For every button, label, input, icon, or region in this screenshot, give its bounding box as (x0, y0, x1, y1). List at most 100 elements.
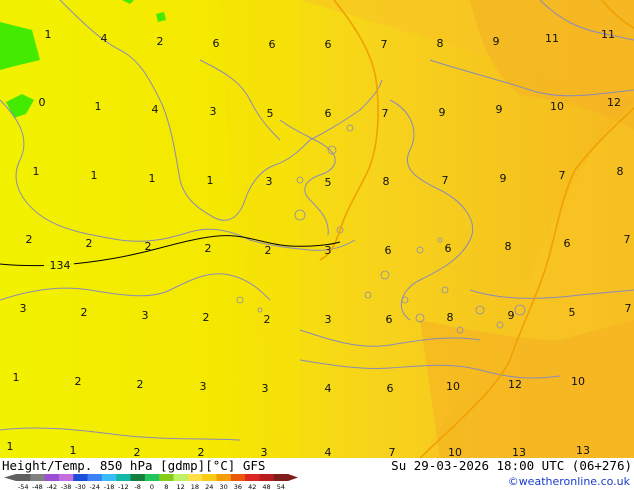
grid-value: 6 (269, 38, 276, 51)
scale-tick-label: -12 (118, 483, 129, 490)
grid-value: 13 (576, 444, 590, 457)
grid-value: 1 (95, 100, 102, 113)
grid-value: 6 (445, 242, 452, 255)
grid-value: 2 (134, 446, 141, 458)
temperature-scale: -54 -48 -42 -38 -30 -24 -18 -12 -8 0 8 12 18 24 30 36 42… (4, 474, 298, 490)
contour-label: 134 (50, 259, 71, 272)
scale-swatch (30, 474, 46, 481)
grid-value: 6 (387, 382, 394, 395)
scale-swatch (144, 474, 160, 481)
grid-value: 8 (617, 165, 624, 178)
grid-value: 2 (26, 233, 33, 246)
grid-value: 7 (625, 302, 632, 315)
grid-value: 6 (213, 37, 220, 50)
scale-tick-label: -48 (32, 483, 43, 490)
grid-value: 7 (382, 107, 389, 120)
grid-value: 2 (137, 378, 144, 391)
scale-tick-label: -8 (134, 483, 140, 490)
scale-swatch (73, 474, 89, 481)
scale-swatch (87, 474, 103, 481)
grid-value: 12 (607, 96, 621, 109)
grid-value: 2 (86, 237, 93, 250)
grid-value: 7 (389, 446, 396, 458)
grid-value: 3 (200, 380, 207, 393)
grid-value: 2 (75, 375, 82, 388)
grid-value: 10 (550, 100, 564, 113)
grid-value: 1 (149, 172, 156, 185)
grid-value: 3 (210, 105, 217, 118)
footer: Height/Temp. 850 hPa [gdmp][°C] GFS Su 2… (0, 458, 634, 490)
grid-value: 9 (439, 106, 446, 119)
scale-tick-label: 8 (164, 483, 168, 490)
grid-value: 3 (266, 175, 273, 188)
scale-tick-label: 18 (191, 483, 199, 490)
grid-value: 3 (20, 302, 27, 315)
scale-arrow-left (4, 474, 16, 481)
grid-value: 2 (81, 306, 88, 319)
grid-value: 3 (262, 382, 269, 395)
grid-value: 1 (13, 371, 20, 384)
grid-value: 6 (325, 38, 332, 51)
scale-swatch (245, 474, 260, 481)
grid-value: 9 (496, 103, 503, 116)
grid-value: 1 (91, 169, 98, 182)
scale-arrow-right (288, 474, 298, 481)
scale-tick-label: 30 (219, 483, 227, 490)
grid-value: 10 (448, 446, 462, 458)
grid-value: 1 (70, 444, 77, 457)
scale-swatch (101, 474, 117, 481)
grid-value: 7 (381, 38, 388, 51)
grid-value: 6 (325, 107, 332, 120)
scale-swatch (173, 474, 189, 481)
grid-value: 2 (265, 244, 272, 257)
grid-value: 3 (325, 244, 332, 257)
grid-value: 2 (198, 446, 205, 458)
weather-map: 134 1 4 2 6 6 6 7 8 9 11 11 0 1 4 3 5 6 7 9 9 10 12 1 1 1 1 3 5 8 7 9 7… (0, 0, 634, 458)
grid-value: 5 (325, 176, 332, 189)
scale-tick-label: -38 (61, 483, 72, 490)
grid-value: 13 (512, 446, 526, 458)
grid-value: 6 (385, 244, 392, 257)
valid-time: Su 29-03-2026 18:00 UTC (06+276) (391, 458, 632, 473)
scale-swatch (230, 474, 246, 481)
scale-tick-label: -30 (75, 483, 86, 490)
scale-tick-label: -54 (18, 483, 29, 490)
grid-value: 2 (205, 242, 212, 255)
grid-value: 0 (39, 96, 46, 109)
scale-tick-label: 36 (234, 483, 242, 490)
grid-value: 8 (383, 175, 390, 188)
grid-value: 2 (264, 313, 271, 326)
grid-value: 7 (624, 233, 631, 246)
grid-value: 8 (447, 311, 454, 324)
grid-value: 10 (571, 375, 585, 388)
grid-value: 8 (437, 37, 444, 50)
map-title: Height/Temp. 850 hPa [gdmp][°C] GFS (2, 458, 266, 473)
grid-value: 3 (142, 309, 149, 322)
scale-tick-label: 0 (150, 483, 154, 490)
scale-swatch (259, 474, 275, 481)
scale-swatch (16, 474, 31, 481)
scale-tick-label: -42 (46, 483, 57, 490)
grid-value: 6 (386, 313, 393, 326)
grid-value: 2 (157, 35, 164, 48)
grid-value: 10 (446, 380, 460, 393)
scale-tick-label: -18 (104, 483, 115, 490)
grid-value: 5 (267, 107, 274, 120)
copyright-link[interactable]: ©weatheronline.co.uk (508, 475, 630, 488)
grid-value: 8 (505, 240, 512, 253)
grid-value: 9 (508, 309, 515, 322)
grid-value: 2 (203, 311, 210, 324)
grid-value: 7 (442, 174, 449, 187)
grid-value: 4 (325, 446, 332, 458)
scale-swatch (130, 474, 146, 481)
grid-value: 4 (325, 382, 332, 395)
scale-tick-label: -24 (89, 483, 100, 490)
grid-value: 11 (545, 32, 559, 45)
grid-value: 1 (207, 174, 214, 187)
scale-swatch (202, 474, 217, 481)
scale-swatch (159, 474, 174, 481)
scale-tick-label: 24 (205, 483, 213, 490)
scale-swatch (116, 474, 132, 481)
grid-value: 4 (152, 103, 159, 116)
scale-tick-label: 48 (262, 483, 270, 490)
